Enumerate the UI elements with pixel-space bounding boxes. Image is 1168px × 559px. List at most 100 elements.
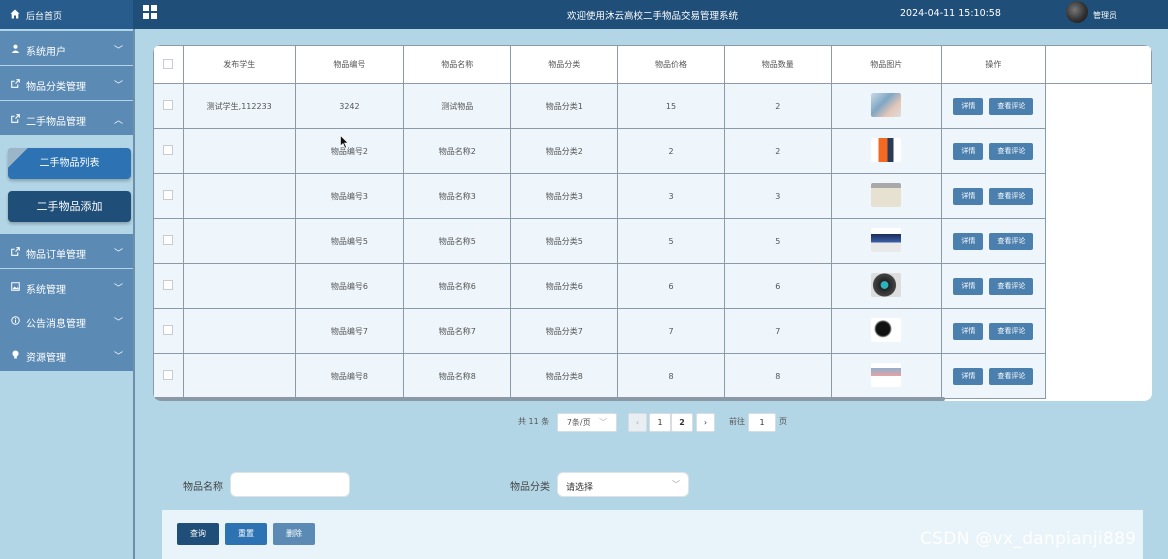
view-review-button[interactable]: 查看评论 [989,367,1034,385]
price-cell: 8 [617,353,725,399]
student-cell: 测试学生,112233 [182,83,296,129]
price-cell: 5 [617,218,725,264]
image-cell [830,353,942,399]
image-cell [830,173,942,219]
home-icon [10,9,20,19]
goto-suffix: 页 [779,417,787,426]
drying-rack-image[interactable] [871,363,902,387]
row-checkbox[interactable] [163,280,174,290]
student-cell [182,263,296,309]
horizontal-scrollbar[interactable] [153,397,945,401]
sidebar-item-label: 资源管理 [26,353,66,364]
view-review-button[interactable]: 查看评论 [989,187,1034,205]
detail-button[interactable]: 详情 [953,367,984,385]
sidebar: 系统用户 ﹀ 物品分类管理 ﹀ 二手物品管理 ︿ 二手物品列表 二手物品添加 物… [0,29,135,559]
detail-button[interactable]: 详情 [953,277,984,295]
code-cell: 3242 [294,83,405,129]
prev-icon: ‹ [628,413,647,432]
qty-cell: 6 [723,263,832,309]
sidebar-item-label: 二手物品管理 [26,117,86,128]
user-icon [11,44,20,53]
sidebar-sub-label: 二手物品添加 [36,200,103,213]
sidebar-item-category[interactable]: 物品分类管理 ﹀ [0,66,133,100]
row-checkbox[interactable] [163,235,174,245]
delete-button[interactable]: 删除 [273,523,315,545]
name-input[interactable] [230,472,350,497]
price-cell: 15 [617,83,725,129]
qty-cell: 5 [723,218,832,264]
home-link[interactable]: 后台首页 [0,0,133,29]
view-review-button[interactable]: 查看评论 [989,277,1034,295]
datetime: 2024-04-11 15:10:58 [900,8,1001,19]
reset-button[interactable]: 重置 [225,523,267,545]
name-cell: 物品名称7 [403,308,512,354]
select-all-cell[interactable] [153,45,184,84]
tote-bag-image[interactable] [871,183,902,207]
view-review-button[interactable]: 查看评论 [989,322,1034,340]
sidebar-item-resources[interactable]: 资源管理 ﹀ [0,337,133,371]
detail-button[interactable]: 详情 [953,322,984,340]
sidebar-item-label: 物品订单管理 [26,250,86,261]
image-cell [830,218,942,264]
view-review-button[interactable]: 查看评论 [989,97,1034,115]
table-header-row: 发布学生 物品编号 物品名称 物品分类 物品价格 物品数量 物品图片 操作 [153,45,1152,84]
column-header: 物品图片 [830,45,942,84]
user-name[interactable]: 管理员 [1093,10,1117,21]
home-label: 后台首页 [26,12,63,22]
price-cell: 7 [617,308,725,354]
row-select-cell[interactable] [153,353,184,399]
sidebar-item-orders[interactable]: 物品订单管理 ﹀ [0,234,133,268]
speaker-image[interactable] [871,273,902,297]
chevron-down-icon: ﹀ [672,480,680,489]
category-select[interactable]: 请选择 ﹀ [557,472,689,497]
column-header: 物品价格 [617,45,725,84]
row-spacer-cell [1045,83,1152,129]
external-icon [11,79,20,88]
detail-button[interactable]: 详情 [953,232,984,250]
chevron-down-icon: ﹀ [114,284,124,294]
camera-image[interactable] [871,318,902,342]
price-cell: 3 [617,173,725,219]
sidebar-item-notices[interactable]: 公告消息管理 ﹀ [0,303,133,337]
row-select-cell[interactable] [153,173,184,219]
page-number: 1 [649,413,671,432]
row-checkbox[interactable] [163,100,174,110]
detail-button[interactable]: 详情 [953,97,984,115]
code-cell: 物品编号3 [294,173,405,219]
qty-cell: 7 [723,308,832,354]
row-checkbox[interactable] [163,145,174,155]
phone-case-image[interactable] [871,93,902,117]
row-select-cell[interactable] [153,263,184,309]
row-spacer-cell [1045,128,1152,174]
detail-button[interactable]: 详情 [953,187,984,205]
welcome-text: 欢迎使用沐云高校二手物品交易管理系统 [567,11,739,22]
row-select-cell[interactable] [153,308,184,354]
orange-phone-image[interactable] [871,138,902,162]
column-header-spacer [1045,45,1152,84]
row-checkbox[interactable] [163,190,174,200]
row-checkbox[interactable] [163,370,174,380]
monitor-image[interactable] [871,228,902,252]
view-review-button[interactable]: 查看评论 [989,142,1034,160]
row-checkbox[interactable] [163,325,174,335]
column-header: 发布学生 [182,45,296,84]
sidebar-sub-goods-list[interactable]: 二手物品列表 [8,148,131,179]
operations-cell: 详情 查看评论 [940,173,1047,219]
row-select-cell[interactable] [153,218,184,264]
query-button[interactable]: 查询 [177,523,219,545]
sidebar-item-system-users[interactable]: 系统用户 ﹀ [0,31,133,65]
operations-cell: 详情 查看评论 [940,353,1047,399]
sidebar-sub-goods-add[interactable]: 二手物品添加 [8,191,131,222]
view-review-button[interactable]: 查看评论 [989,232,1034,250]
corner-decoration [8,148,28,168]
row-select-cell[interactable] [153,83,184,129]
row-select-cell[interactable] [153,128,184,174]
menu-grid-icon[interactable] [143,5,157,19]
avatar[interactable] [1066,1,1088,23]
row-spacer-cell [1045,173,1152,219]
select-all-checkbox[interactable] [163,58,174,69]
sidebar-item-system[interactable]: 系统管理 ﹀ [0,269,133,303]
sidebar-item-goods[interactable]: 二手物品管理 ︿ [0,101,133,135]
image-cell [830,308,942,354]
detail-button[interactable]: 详情 [953,142,984,160]
